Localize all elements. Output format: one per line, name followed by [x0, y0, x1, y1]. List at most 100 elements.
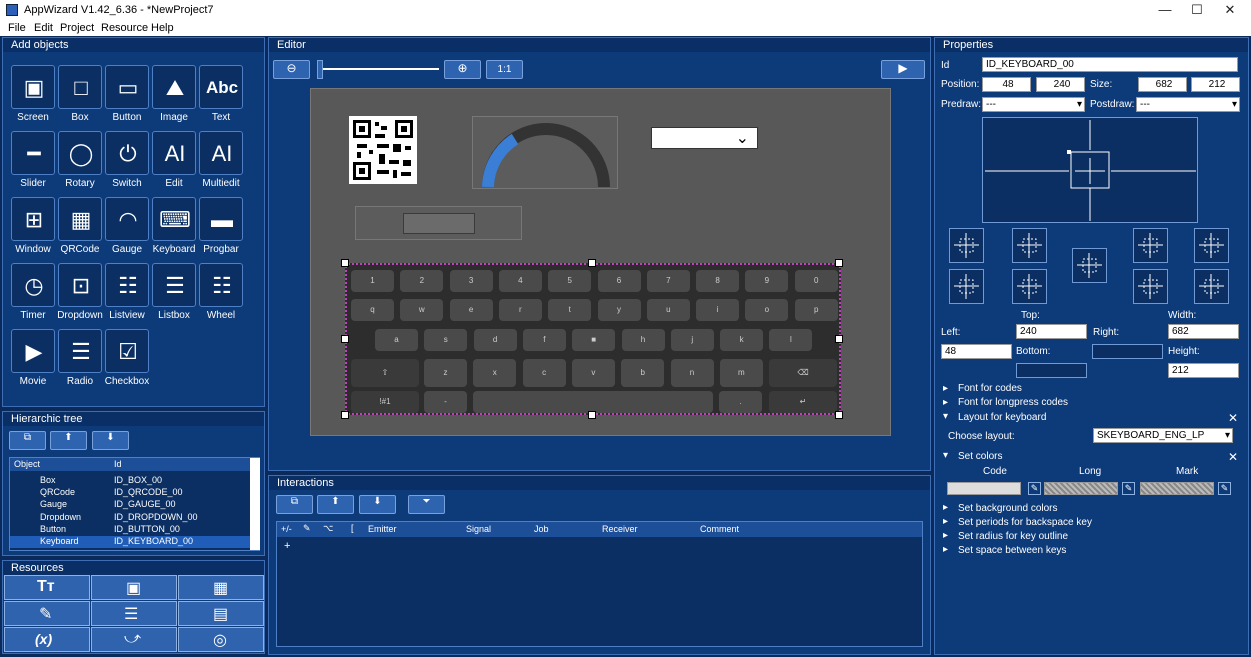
space-key[interactable] — [473, 391, 713, 413]
eyedropper-icon[interactable]: ✎ — [1122, 482, 1135, 495]
minimize-button[interactable]: — — [1150, 2, 1180, 17]
expand-icon[interactable]: ▸ — [943, 516, 948, 527]
shift-key[interactable]: ⇧ — [351, 359, 419, 387]
resize-handle[interactable] — [341, 411, 349, 419]
x-field[interactable]: 48 — [941, 344, 1012, 359]
zoom-out-button[interactable]: ⊖ — [273, 60, 310, 79]
left-field[interactable]: 240 — [1016, 324, 1087, 339]
tree-row[interactable]: Keyboard ID_KEYBOARD_00 — [10, 536, 250, 548]
keyboard-key[interactable]: w — [400, 299, 444, 321]
id-field[interactable]: ID_KEYBOARD_00 — [982, 57, 1238, 72]
dot-key[interactable]: . — [719, 391, 762, 413]
keyboard-key[interactable]: 9 — [745, 270, 789, 292]
gauge-widget[interactable] — [472, 116, 618, 189]
keyboard-key[interactable]: 7 — [646, 270, 690, 292]
mark-color-swatch[interactable] — [1140, 482, 1214, 495]
enter-key[interactable]: ↵ — [769, 391, 837, 413]
resize-handle[interactable] — [588, 411, 596, 419]
tool-listbox[interactable]: ☰ — [152, 263, 196, 307]
tool-progbar[interactable]: ▬ — [199, 197, 243, 241]
keyboard-key[interactable]: h — [621, 329, 665, 351]
keyboard-key[interactable]: 8 — [696, 270, 740, 292]
tree-row[interactable]: QRCode ID_QRCODE_00 — [10, 487, 250, 499]
keyboard-key[interactable]: 5 — [548, 270, 592, 292]
tree-row[interactable]: Box ID_BOX_00 — [10, 475, 250, 487]
expand-icon[interactable]: ▸ — [943, 530, 948, 541]
eyedropper-icon[interactable]: ✎ — [1028, 482, 1041, 495]
keyboard-key[interactable]: z — [424, 359, 467, 387]
tool-multiedit[interactable]: AI — [199, 131, 243, 175]
resize-handle[interactable] — [835, 259, 843, 267]
align-button[interactable] — [949, 228, 984, 263]
zoom-slider-handle[interactable] — [317, 60, 323, 79]
tool-image[interactable]: ⛰ — [152, 65, 196, 109]
tool-screen[interactable]: ▣ — [11, 65, 55, 109]
keyboard-key[interactable]: l — [769, 329, 813, 351]
tool-box[interactable]: □ — [58, 65, 102, 109]
move-up-button[interactable]: ⬆ — [50, 431, 87, 450]
alignment-preview[interactable] — [982, 117, 1198, 223]
align-button[interactable] — [949, 269, 984, 304]
tool-gauge[interactable]: ◠ — [105, 197, 149, 241]
interaction-up-button[interactable]: ⬆ — [317, 495, 354, 514]
menu-help[interactable]: Help — [151, 22, 174, 34]
dropdown-resource-button[interactable]: ☰ — [91, 601, 177, 626]
tree-row[interactable]: Dropdown ID_DROPDOWN_00 — [10, 512, 250, 524]
collapse-icon[interactable]: ▾ — [943, 450, 948, 461]
resize-handle[interactable] — [341, 335, 349, 343]
size-h-field[interactable]: 212 — [1191, 77, 1240, 92]
keyboard-key[interactable]: p — [794, 299, 838, 321]
menu-project[interactable]: Project — [60, 22, 94, 34]
keyboard-key[interactable]: f — [522, 329, 566, 351]
predraw-select[interactable]: --- ▾ — [982, 97, 1085, 112]
keyboard-key[interactable]: 0 — [794, 270, 838, 292]
table-resource-button[interactable]: ▤ — [178, 601, 264, 626]
function-resource-button[interactable]: ⤻ — [91, 627, 177, 652]
tool-timer[interactable]: ◷ — [11, 263, 55, 307]
tool-button[interactable]: ▭ — [105, 65, 149, 109]
expand-icon[interactable]: ▸ — [943, 397, 948, 408]
keyboard-key[interactable]: q — [351, 299, 394, 321]
right-field[interactable]: 682 — [1168, 324, 1239, 339]
tool-movie[interactable]: ▶ — [11, 329, 55, 373]
keyboard-key[interactable]: j — [670, 329, 714, 351]
section-font-longpress[interactable]: Font for longpress codes — [958, 397, 1068, 408]
duplicate-interaction-button[interactable]: ⧉ — [276, 495, 313, 514]
align-button[interactable] — [1133, 269, 1168, 304]
align-button[interactable] — [1194, 269, 1229, 304]
resize-handle[interactable] — [341, 259, 349, 267]
expand-icon[interactable]: ▸ — [943, 502, 948, 513]
align-button[interactable] — [1133, 228, 1168, 263]
section-item[interactable]: Set background colors — [958, 503, 1058, 514]
keyboard-key[interactable]: x — [473, 359, 517, 387]
keyboard-key[interactable]: d — [473, 329, 517, 351]
filter-button[interactable]: ⏷ — [408, 495, 445, 514]
mode-key[interactable]: !#1 — [351, 391, 419, 413]
align-button[interactable] — [1194, 228, 1229, 263]
text-resource-button[interactable]: Tт — [4, 575, 90, 600]
tool-slider[interactable]: ━ — [11, 131, 55, 175]
zoom-reset-button[interactable]: 1:1 — [486, 60, 523, 79]
section-item[interactable]: Set radius for key outline — [958, 531, 1068, 542]
button-widget-box[interactable] — [355, 206, 522, 240]
qrcode-widget[interactable] — [349, 116, 417, 184]
keyboard-key[interactable]: i — [696, 299, 740, 321]
layout-select[interactable]: SKEYBOARD_ENG_LP ▾ — [1093, 428, 1233, 443]
variable-resource-button[interactable]: (x) — [4, 627, 90, 652]
keyboard-key[interactable]: v — [571, 359, 615, 387]
movie-resource-button[interactable]: ▦ — [178, 575, 264, 600]
position-y-field[interactable]: 240 — [1036, 77, 1085, 92]
keyboard-widget[interactable]: 1 2 3 4 5 6 7 8 9 0 q w e r t y u i o p a s d f ■ h j k l ⇧ z x c v b n m ⌫ !#… — [345, 263, 841, 415]
keyboard-key[interactable]: y — [597, 299, 641, 321]
dropdown-widget[interactable]: ⌄ — [651, 127, 758, 149]
keyboard-key[interactable]: m — [719, 359, 763, 387]
image-resource-button[interactable]: ▣ — [91, 575, 177, 600]
tool-keyboard[interactable]: ⌨ — [152, 197, 196, 241]
tree-row[interactable]: Gauge ID_GAUGE_00 — [10, 499, 250, 511]
tool-dropdown[interactable]: ⊡ — [58, 263, 102, 307]
keyboard-key[interactable]: r — [498, 299, 542, 321]
code-color-swatch[interactable] — [947, 482, 1021, 495]
long-color-swatch[interactable] — [1044, 482, 1118, 495]
tool-edit[interactable]: AI — [152, 131, 196, 175]
tool-checkbox[interactable]: ☑ — [105, 329, 149, 373]
